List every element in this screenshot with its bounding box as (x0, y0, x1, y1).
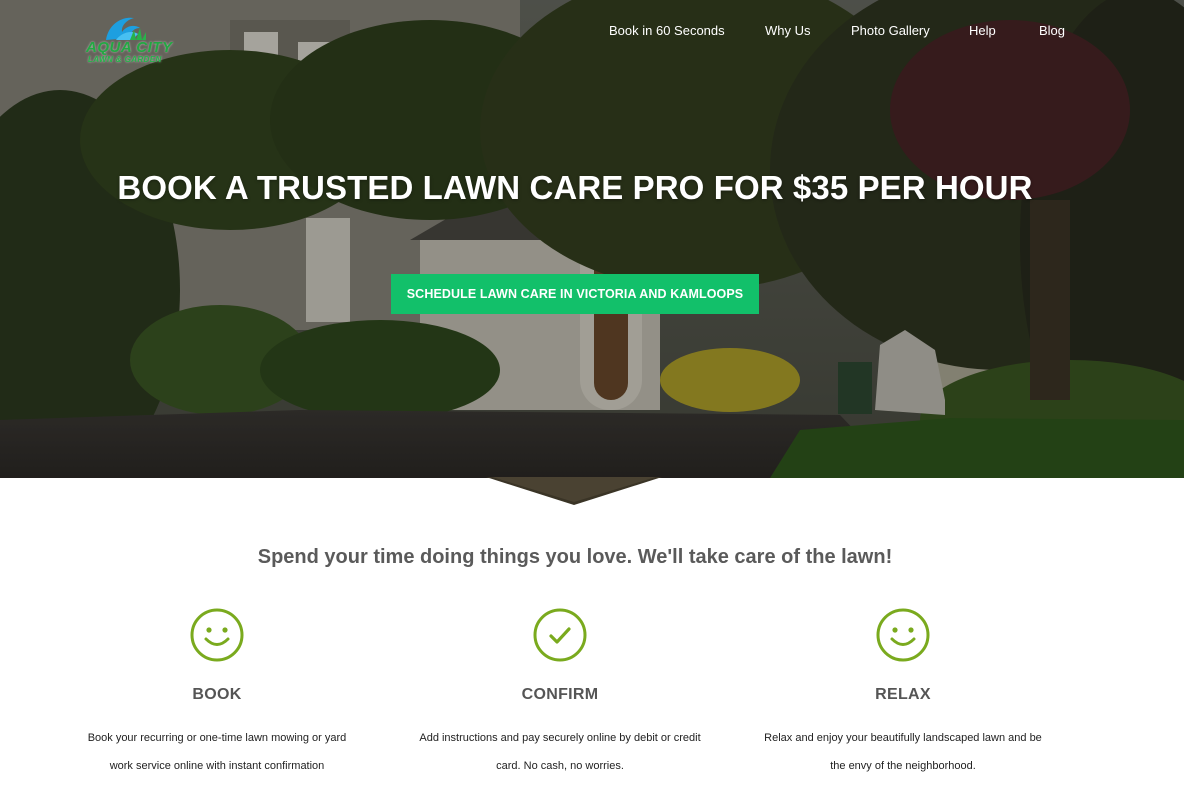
step-confirm: CONFIRM Add instructions and pay securel… (410, 606, 710, 780)
step-book: BOOK Book your recurring or one-time law… (67, 606, 367, 780)
hero-headline: BOOK A TRUSTED LAWN CARE PRO FOR $35 PER… (117, 169, 1033, 206)
step-title: CONFIRM (521, 686, 599, 703)
nav-photo-gallery[interactable]: Photo Gallery (851, 22, 930, 40)
site-logo[interactable]: AQUA CITY LAWN & GARDEN (86, 10, 194, 70)
smiley-icon (876, 608, 930, 662)
nav-blog[interactable]: Blog (1039, 22, 1065, 40)
section-divider-arrow (486, 477, 662, 505)
step-description: Relax and enjoy your beautifully landsca… (764, 732, 1042, 772)
logo-wordmark: AQUA CITY LAWN & GARDEN (86, 39, 194, 65)
step-description: Add instructions and pay securely online… (419, 732, 701, 772)
step-title: RELAX (875, 686, 931, 703)
step-description: Book your recurring or one-time lawn mow… (87, 732, 347, 772)
step-relax: RELAX Relax and enjoy your beautifully l… (753, 606, 1053, 780)
main-nav: Book in 60 Seconds Why Us Photo Gallery … (0, 22, 1184, 40)
checkmark-icon (533, 608, 587, 662)
nav-book-in-60-seconds[interactable]: Book in 60 Seconds (609, 22, 725, 40)
schedule-lawn-care-button[interactable]: SCHEDULE LAWN CARE IN VICTORIA AND KAMLO… (391, 274, 759, 314)
logo-subtitle: LAWN & GARDEN (88, 55, 162, 64)
nav-help[interactable]: Help (969, 22, 996, 40)
section-tagline: Spend your time doing things you love. W… (257, 546, 893, 568)
nav-why-us[interactable]: Why Us (765, 22, 811, 40)
logo-name: AQUA CITY (86, 39, 173, 56)
hero-section: AQUA CITY LAWN & GARDEN Book in 60 Secon… (0, 0, 1184, 478)
step-title: BOOK (192, 686, 242, 703)
hero-overlay (0, 0, 1184, 478)
smiley-icon (190, 608, 244, 662)
